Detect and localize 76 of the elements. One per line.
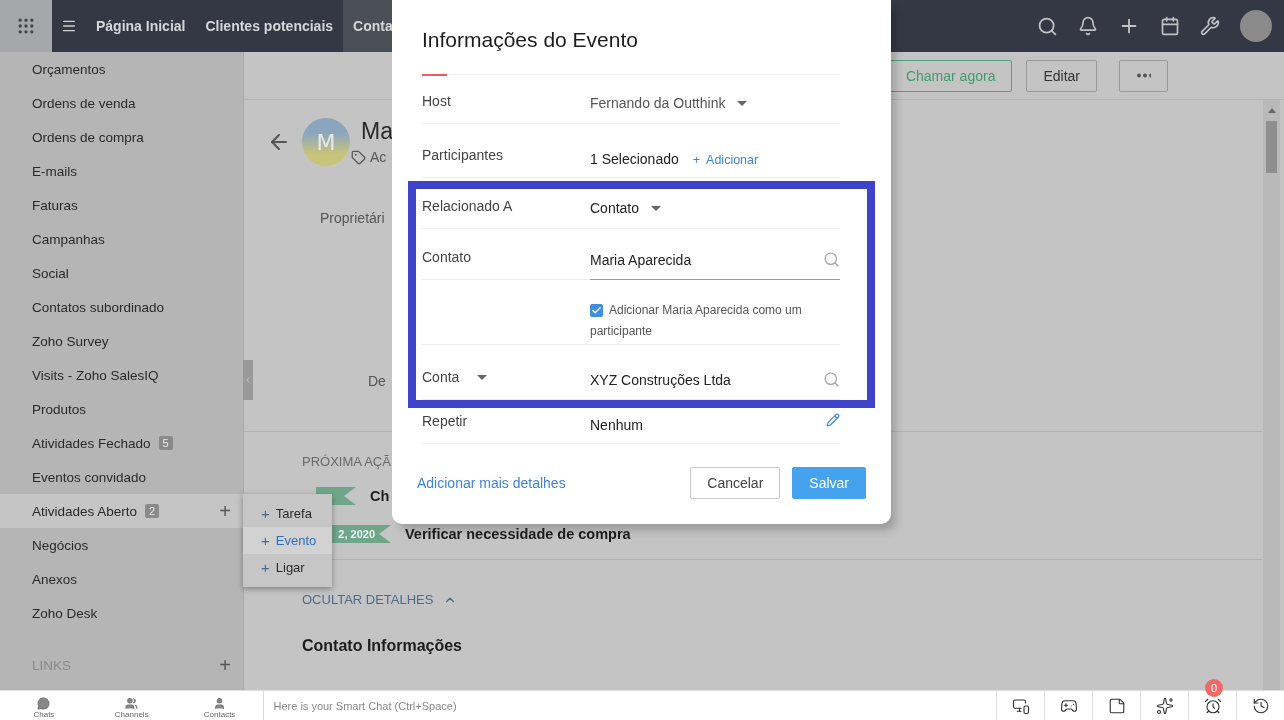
menu-item[interactable]: + Ligar: [243, 554, 332, 581]
sidebar-item[interactable]: Negócios: [0, 528, 243, 562]
sidebar-item[interactable]: Contatos subordinado: [0, 290, 243, 324]
field-value: Nenhum: [590, 417, 643, 433]
user-avatar[interactable]: [1240, 10, 1272, 42]
collapse-handle[interactable]: [243, 360, 253, 400]
person-icon: [213, 697, 227, 710]
add-link-icon[interactable]: +: [219, 655, 231, 675]
select-field[interactable]: Contato: [590, 200, 662, 218]
section-title: Contato Informações: [302, 637, 463, 655]
field-label: Relacionado A: [422, 198, 514, 216]
chat-tab[interactable]: Chats: [0, 691, 88, 720]
sidebar-item[interactable]: Ordens de venda: [0, 86, 243, 120]
sidebar-item[interactable]: Visits - Zoho SalesIQ: [0, 358, 243, 392]
add-details-link[interactable]: Adicionar mais detalhes: [417, 475, 566, 491]
checkbox-label[interactable]: Adicionar Maria Aparecida como um participante: [590, 300, 840, 344]
scrollbar-thumb[interactable]: [1266, 121, 1277, 173]
field-label: Contato: [422, 249, 473, 267]
tag-text[interactable]: Ac: [370, 149, 387, 165]
sidebar-item[interactable]: Campanhas: [0, 222, 243, 256]
cancel-button[interactable]: Cancelar: [690, 467, 781, 499]
sidebar-item[interactable]: Zoho Survey: [0, 324, 243, 358]
field-label: Host: [422, 93, 452, 111]
bell-icon[interactable]: [1078, 16, 1098, 36]
chat-tab[interactable]: Contacts: [175, 691, 264, 720]
sidebar-item[interactable]: Zoho Desk: [0, 596, 243, 630]
dots-icon: [1136, 73, 1151, 78]
record-title: Ma: [361, 118, 393, 145]
field-label[interactable]: Conta: [422, 369, 590, 389]
scroll-up-icon[interactable]: [1267, 108, 1276, 113]
chat-bubble-icon: [37, 697, 51, 710]
sidebar-item[interactable]: Anexos: [0, 562, 243, 596]
add-link[interactable]: + Adicionar: [692, 153, 759, 167]
dialog-title: Informações do Evento: [422, 28, 639, 52]
section-title: PRÓXIMA AÇÃ: [302, 454, 392, 469]
field-label: De: [368, 373, 386, 389]
action-title[interactable]: Ch: [370, 488, 390, 504]
checkbox[interactable]: [590, 304, 603, 317]
sidebar-item[interactable]: Produtos: [0, 392, 243, 426]
chat-tab[interactable]: Channels: [87, 691, 176, 720]
sidebar-item[interactable]: Social: [0, 256, 243, 290]
field-label: Participantes: [422, 147, 504, 165]
sidebar-item[interactable]: Orçamentos: [0, 52, 243, 86]
menu-item[interactable]: + Tarefa: [243, 500, 332, 527]
field-label: Proprietári: [320, 210, 385, 226]
sidebar-item[interactable]: Atividades Fechado 5: [0, 426, 243, 460]
select-field[interactable]: Fernando da Outthink: [590, 95, 748, 113]
menu-item[interactable]: + Evento: [243, 527, 332, 554]
alarm-clock-icon[interactable]: [1203, 696, 1222, 715]
nav-tab[interactable]: Página Inicial: [86, 0, 196, 52]
sidebar-item[interactable]: Faturas: [0, 188, 243, 222]
action-title[interactable]: Verificar necessidade de compra: [405, 526, 631, 542]
note-icon[interactable]: [1107, 696, 1126, 715]
sidebar-item[interactable]: Eventos convidado: [0, 460, 243, 494]
tools-icon[interactable]: [1200, 16, 1220, 36]
app-grid-icon[interactable]: [0, 0, 52, 52]
sidebar-item[interactable]: Atividades Aberto 2 +: [0, 494, 243, 528]
people-icon: [125, 697, 139, 710]
tag-icon[interactable]: [351, 149, 366, 165]
sidebar-item[interactable]: Ordens de compra: [0, 120, 243, 154]
lookup-field[interactable]: XYZ Construções Ltda: [590, 371, 840, 400]
pencil-icon[interactable]: [826, 413, 840, 427]
toolbar-button[interactable]: Editar: [1026, 59, 1097, 92]
lookup-field[interactable]: Maria Aparecida: [590, 251, 840, 280]
sparkle-icon[interactable]: [1155, 696, 1174, 715]
nav-tab[interactable]: Clientes potenciais: [195, 0, 344, 52]
sidebar-item[interactable]: E-mails: [0, 154, 243, 188]
scrollbar[interactable]: [1263, 100, 1280, 690]
search-icon[interactable]: [1037, 15, 1058, 37]
count-badge: 0: [1205, 679, 1223, 697]
field-label: Repetir: [422, 413, 469, 431]
history-icon[interactable]: [1251, 696, 1270, 715]
smart-chat-field[interactable]: Here is your Smart Chat (Ctrl+Space): [263, 691, 996, 720]
calendar-icon[interactable]: [1160, 16, 1180, 36]
contact-avatar: M: [302, 118, 350, 166]
field-value: 1 Selecionado: [590, 151, 679, 167]
